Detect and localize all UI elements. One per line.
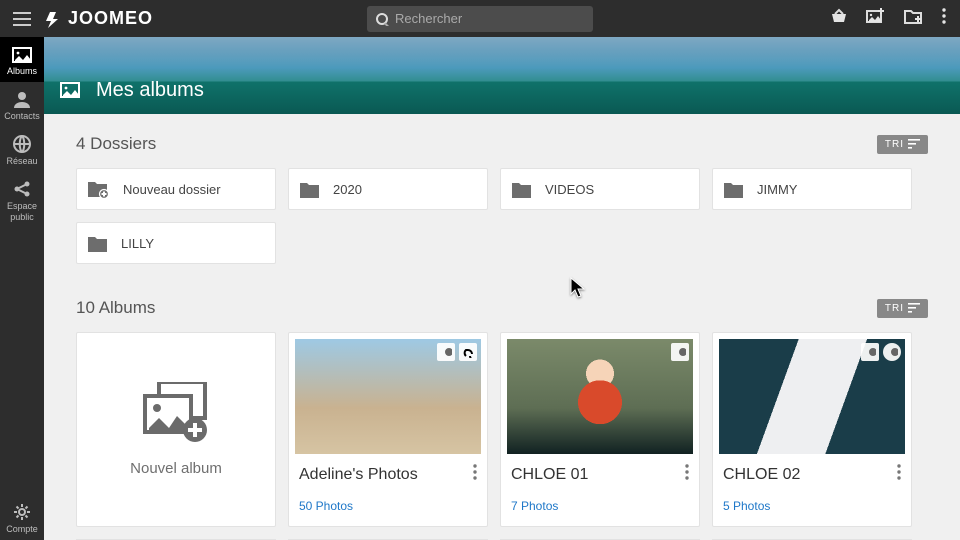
folder-icon — [511, 180, 533, 198]
top-bar: JOOMEO — [0, 0, 960, 37]
person-icon — [13, 90, 31, 108]
rail-label: Réseau — [6, 156, 37, 166]
folders-heading: 4 Dossiers — [76, 134, 156, 154]
album-title: CHLOE 02 — [723, 466, 800, 484]
rail-label: Contacts — [4, 111, 40, 121]
folder-item[interactable]: VIDEOS — [500, 168, 700, 210]
menu-icon — [13, 12, 31, 26]
overflow-button[interactable] — [942, 8, 946, 29]
sort-label: TRI — [885, 139, 904, 150]
add-photo-icon — [866, 8, 886, 24]
folder-label: VIDEOS — [545, 182, 594, 197]
album-card[interactable]: Adeline's Photos 50 Photos — [288, 332, 488, 527]
folder-label: 2020 — [333, 182, 362, 197]
rail-contacts[interactable]: Contacts — [0, 82, 44, 127]
albums-heading: 10 Albums — [76, 298, 155, 318]
page-title: Mes albums — [60, 79, 204, 102]
share-icon — [13, 180, 31, 198]
album-count: 50 Photos — [299, 499, 477, 513]
album-icon — [12, 45, 32, 63]
album-icon — [60, 80, 86, 102]
album-thumb — [719, 339, 905, 454]
sort-icon — [908, 303, 920, 313]
rail-public[interactable]: Espace public — [0, 172, 44, 228]
vdots-icon — [473, 464, 477, 480]
album-more-button[interactable] — [685, 464, 689, 485]
shared-person-icon — [671, 343, 689, 361]
folder-new[interactable]: Nouveau dossier — [76, 168, 276, 210]
main-scroll[interactable]: Mes albums 4 Dossiers TRI Nouveau dossie… — [44, 37, 960, 540]
album-thumb — [507, 339, 693, 454]
album-grid: Nouvel album Adeline's Photos 50 Photos — [76, 332, 928, 527]
rail-label: Albums — [7, 66, 37, 76]
search-input[interactable] — [395, 11, 585, 26]
menu-button[interactable] — [0, 12, 44, 26]
left-rail: Albums Contacts Réseau Espace public Com… — [0, 37, 44, 540]
folder-icon — [87, 234, 109, 252]
basket-icon — [830, 8, 848, 24]
link-icon — [459, 343, 477, 361]
shared-person-icon — [861, 343, 879, 361]
album-card[interactable]: CHLOE 01 7 Photos — [500, 332, 700, 527]
folders-header: 4 Dossiers TRI — [76, 134, 928, 154]
vdots-icon — [942, 8, 946, 24]
brand-name: JOOMEO — [68, 8, 153, 29]
album-count: 5 Photos — [723, 499, 901, 513]
sort-icon — [908, 139, 920, 149]
album-more-button[interactable] — [473, 464, 477, 485]
folder-icon — [723, 180, 745, 198]
rail-label: Espace — [7, 201, 37, 211]
rail-account[interactable]: Compte — [0, 495, 44, 540]
folders-sort-button[interactable]: TRI — [877, 135, 928, 154]
top-actions — [830, 8, 960, 30]
vdots-icon — [897, 464, 901, 480]
add-photo-button[interactable] — [866, 8, 886, 29]
rail-label: Compte — [6, 524, 38, 534]
album-title: Adeline's Photos — [299, 466, 418, 484]
folder-icon — [299, 180, 321, 198]
folder-label: LILLY — [121, 236, 154, 251]
brand-logo[interactable]: JOOMEO — [44, 8, 153, 29]
folder-item[interactable]: JIMMY — [712, 168, 912, 210]
folder-item[interactable]: 2020 — [288, 168, 488, 210]
album-count: 7 Photos — [511, 499, 689, 513]
folder-label: JIMMY — [757, 182, 797, 197]
page-title-text: Mes albums — [96, 79, 204, 102]
content: 4 Dossiers TRI Nouveau dossier 2020 VIDE… — [44, 114, 960, 540]
search-icon — [375, 12, 389, 26]
album-title: CHLOE 01 — [511, 466, 588, 484]
sort-label: TRI — [885, 303, 904, 314]
album-thumb — [295, 339, 481, 454]
folder-item[interactable]: LILLY — [76, 222, 276, 264]
search-box[interactable] — [367, 6, 593, 32]
folder-label: Nouveau dossier — [123, 182, 221, 197]
album-card[interactable]: CHLOE 02 5 Photos — [712, 332, 912, 527]
albums-sort-button[interactable]: TRI — [877, 299, 928, 318]
albums-header: 10 Albums TRI — [76, 298, 928, 318]
add-folder-button[interactable] — [904, 8, 924, 30]
globe-icon — [13, 135, 31, 153]
add-folder-icon — [904, 8, 924, 25]
folder-grid: Nouveau dossier 2020 VIDEOS JIMMY LILLY — [76, 168, 928, 264]
basket-button[interactable] — [830, 8, 848, 29]
album-new-label: Nouvel album — [130, 460, 222, 477]
rail-network[interactable]: Réseau — [0, 127, 44, 172]
vdots-icon — [685, 464, 689, 480]
shared-person-icon — [437, 343, 455, 361]
rail-albums[interactable]: Albums — [0, 37, 44, 82]
album-new[interactable]: Nouvel album — [76, 332, 276, 527]
new-folder-icon — [87, 179, 111, 199]
gear-icon — [13, 503, 31, 521]
hero-banner: Mes albums — [44, 37, 960, 114]
brand-mark-icon — [44, 10, 62, 28]
rail-label: public — [10, 212, 34, 222]
contact-icon — [883, 343, 901, 361]
album-more-button[interactable] — [897, 464, 901, 485]
new-album-icon — [141, 382, 211, 444]
